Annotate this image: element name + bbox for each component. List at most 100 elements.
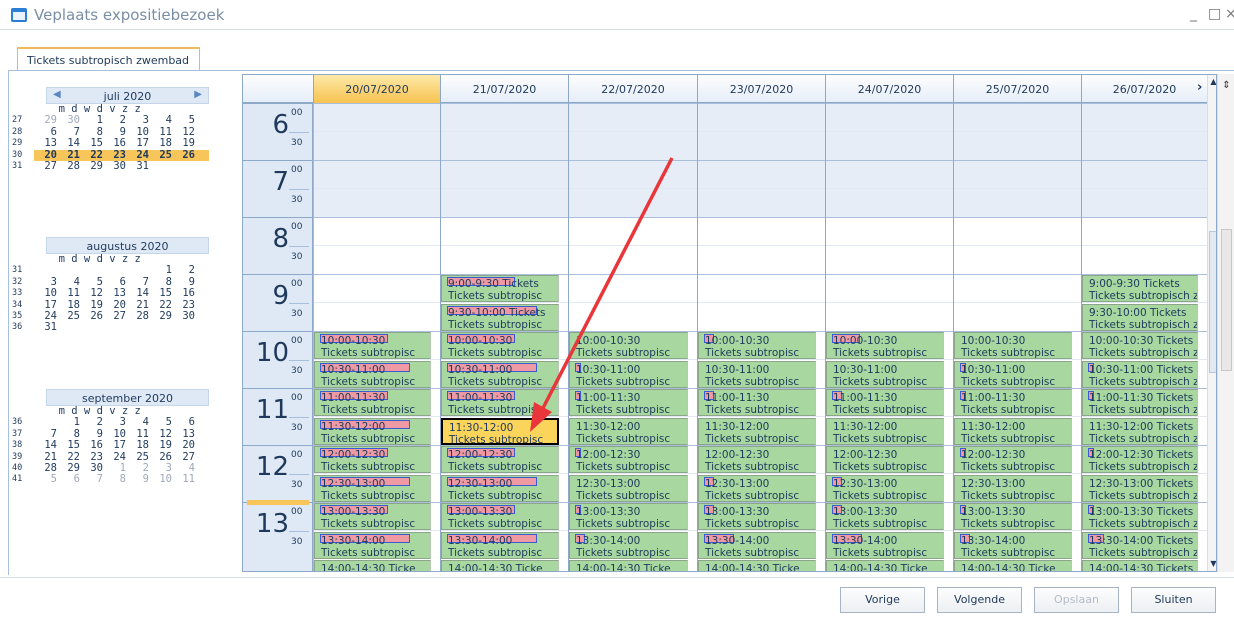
appointment-block[interactable]: 13:00-13:30 Tickets subtropisc xyxy=(441,503,559,530)
appointment-block[interactable]: 9:30-10:00 Tickets Tickets subtropisc xyxy=(441,303,559,331)
day-cell[interactable]: 10 xyxy=(34,287,57,299)
appointment-block[interactable]: 10:00-10:30 Tickets subtropisc xyxy=(954,332,1072,359)
day-cell[interactable]: 16 xyxy=(80,439,103,451)
save-button[interactable]: Opslaan xyxy=(1034,587,1119,613)
day-cell[interactable]: 9 xyxy=(126,473,149,485)
minimize-icon[interactable]: _ xyxy=(1190,6,1197,22)
day-cell[interactable]: 27 xyxy=(34,160,57,172)
appointment-block[interactable]: 10:00-10:30 Tickets subtropisc xyxy=(569,332,688,359)
day-cell[interactable]: 10 xyxy=(149,473,172,485)
day-cell[interactable]: 14 xyxy=(34,439,57,451)
window-scroll-thumb[interactable] xyxy=(1221,229,1232,371)
appointment-block[interactable]: 9:00-9:30 Tickets Tickets subtropisc xyxy=(441,275,559,302)
tab-tickets-subtropisch-zwembad[interactable]: Tickets subtropisch zwembad xyxy=(17,47,200,71)
appointment-block[interactable]: 10:00-10:30 Tickets subtropisc xyxy=(441,332,559,359)
day-cell[interactable]: 15 xyxy=(149,287,172,299)
appointment-block[interactable]: 12:00-12:30 Tickets subtropisc xyxy=(954,446,1072,473)
appointment-block[interactable]: 12:30-13:00 Tickets subtropisc xyxy=(314,474,431,502)
prev-month-icon[interactable]: ◀ xyxy=(53,89,61,100)
date-header-cell[interactable]: 20/07/2020 xyxy=(313,75,440,103)
appointment-block[interactable]: 10:30-11:00 Tickets subtropisc xyxy=(314,360,431,388)
appointment-block[interactable]: 11:30-12:00 Tickets subtropisc xyxy=(698,417,816,445)
day-cell[interactable]: 27 xyxy=(103,310,126,322)
appointment-block[interactable]: 13:00-13:30 Tickets subtropisc xyxy=(826,503,944,530)
day-cell[interactable]: 13 xyxy=(103,287,126,299)
date-header-cell[interactable]: 21/07/2020 xyxy=(440,75,568,103)
appointment-block[interactable]: 13:30-14:00 Tickets subtropisc xyxy=(954,531,1072,559)
day-cell[interactable]: 18 xyxy=(126,439,149,451)
appointment-block[interactable]: 10:00-10:30 TicketsTickets subtropisch z… xyxy=(1082,332,1198,359)
next-month-icon[interactable]: ▶ xyxy=(194,89,202,100)
appointment-block[interactable]: 11:00-11:30 Tickets subtropisc xyxy=(569,389,688,416)
day-cell[interactable]: 31 xyxy=(126,160,149,172)
appointment-block[interactable]: 14:00-14:30 Ticke xyxy=(314,560,431,571)
day-cell[interactable]: 16 xyxy=(103,137,126,149)
appointment-block[interactable]: 10:30-11:00 Tickets subtropisc xyxy=(826,360,944,388)
appointment-block[interactable]: 11:30-12:00 Tickets subtropisc xyxy=(569,417,688,445)
appointment-block[interactable]: 10:30-11:00 Tickets subtropisc xyxy=(441,360,559,388)
day-cell[interactable]: 26 xyxy=(80,310,103,322)
appointment-block[interactable]: 11:30-12:00 Tickets subtropisc xyxy=(826,417,944,445)
appointment-block[interactable]: 10:00-10:30 Tickets subtropisc xyxy=(698,332,816,359)
day-cell[interactable]: 19 xyxy=(172,137,195,149)
appointment-block[interactable]: 12:00-12:30 Tickets subtropisc xyxy=(314,446,431,473)
day-cell[interactable]: 18 xyxy=(149,137,172,149)
appointment-block[interactable]: 13:30-14:00 Tickets subtropisc xyxy=(826,531,944,559)
day-cell[interactable]: 7 xyxy=(80,473,103,485)
appointment-block[interactable]: 12:30-13:00 Tickets subtropisc xyxy=(441,474,559,502)
appointment-block[interactable]: 12:00-12:30 Tickets subtropisc xyxy=(569,446,688,473)
appointment-block[interactable]: 13:30-14:00 Tickets subtropisc xyxy=(698,531,816,559)
day-cell[interactable]: 30 xyxy=(103,160,126,172)
appointment-block[interactable]: 9:30-10:00 TicketsTickets subtropisch zw… xyxy=(1082,303,1198,331)
day-cell[interactable]: 17 xyxy=(103,439,126,451)
appointment-block[interactable]: 11:30-12:00 Tickets subtropisc xyxy=(314,417,431,445)
day-cell[interactable]: 30 xyxy=(172,310,195,322)
date-header-cell[interactable]: 25/07/2020 xyxy=(953,75,1081,103)
appointment-block[interactable]: 14:00-14:30 Tickets xyxy=(1082,560,1198,571)
day-cell[interactable]: 15 xyxy=(57,439,80,451)
day-cell[interactable]: 15 xyxy=(80,137,103,149)
scroll-up-icon[interactable]: ▲ xyxy=(1208,77,1216,86)
day-cell[interactable]: 31 xyxy=(34,321,57,333)
day-cell[interactable]: 11 xyxy=(57,287,80,299)
appointment-block[interactable]: 12:00-12:30 Tickets subtropisc xyxy=(441,446,559,473)
appointment-block[interactable]: 13:30-14:00 Tickets subtropisc xyxy=(569,531,688,559)
day-cell[interactable]: 11 xyxy=(172,473,195,485)
close-icon[interactable]: × xyxy=(1225,6,1234,22)
appointment-block[interactable]: 13:00-13:30 Tickets subtropisc xyxy=(954,503,1072,530)
appointment-block[interactable]: 11:30-12:00 Tickets subtropisc xyxy=(954,417,1072,445)
appointment-block[interactable]: 11:00-11:30 Tickets subtropisc xyxy=(698,389,816,416)
appointment-block[interactable]: 12:30-13:00 Tickets subtropisc xyxy=(826,474,944,502)
appointment-block[interactable]: 13:00-13:30 TicketsTickets subtropisch z… xyxy=(1082,503,1198,530)
appointment-block[interactable]: 12:00-12:30 Tickets subtropisc xyxy=(698,446,816,473)
appointment-block[interactable]: 10:30-11:00 Tickets subtropisc xyxy=(569,360,688,388)
appointment-block[interactable]: 11:00-11:30 Tickets subtropisc xyxy=(441,389,559,416)
appointment-block[interactable]: 14:00-14:30 Ticke xyxy=(698,560,816,571)
maximize-icon[interactable]: □ xyxy=(1208,6,1221,22)
appointment-block[interactable]: 13:00-13:30 Tickets subtropisc xyxy=(314,503,431,530)
previous-button[interactable]: Vorige xyxy=(840,587,925,613)
appointment-block[interactable]: 11:30-12:00 TicketsTickets subtropisch z… xyxy=(1082,417,1198,445)
day-cell[interactable]: 5 xyxy=(34,473,57,485)
appointment-block[interactable]: 14:00-14:30 Ticke xyxy=(954,560,1072,571)
appointment-block[interactable]: 11:30-12:00 Tickets subtropisc xyxy=(441,417,559,445)
appointment-block[interactable]: 13:30-14:00 Tickets subtropisc xyxy=(441,531,559,559)
appointment-block[interactable]: 13:00-13:30 Tickets subtropisc xyxy=(569,503,688,530)
appointment-block[interactable]: 12:30-13:00 Tickets subtropisc xyxy=(569,474,688,502)
day-cell[interactable]: 25 xyxy=(57,310,80,322)
appointment-block[interactable]: 10:30-11:00 TicketsTickets subtropisch z… xyxy=(1082,360,1198,388)
scroll-thumb[interactable] xyxy=(1209,231,1216,373)
appointment-block[interactable]: 10:30-11:00 Tickets subtropisc xyxy=(698,360,816,388)
day-cell[interactable]: 29 xyxy=(149,310,172,322)
day-cell[interactable]: 26 xyxy=(172,149,195,161)
day-cell[interactable]: 20 xyxy=(172,439,195,451)
appointment-block[interactable]: 10:00-10:30 Tickets subtropisc xyxy=(826,332,944,359)
day-cell[interactable]: 19 xyxy=(149,439,172,451)
day-cell[interactable]: 28 xyxy=(126,310,149,322)
day-cell[interactable]: 6 xyxy=(57,473,80,485)
scroll-updown-icon[interactable]: ⇕ xyxy=(1218,80,1234,91)
day-cell[interactable]: 13 xyxy=(34,137,57,149)
appointment-block[interactable]: 10:00-10:30 Tickets subtropisc xyxy=(314,332,431,359)
appointment-block[interactable]: 12:30-13:00 Tickets subtropisc xyxy=(698,474,816,502)
day-cell[interactable]: 29 xyxy=(80,160,103,172)
